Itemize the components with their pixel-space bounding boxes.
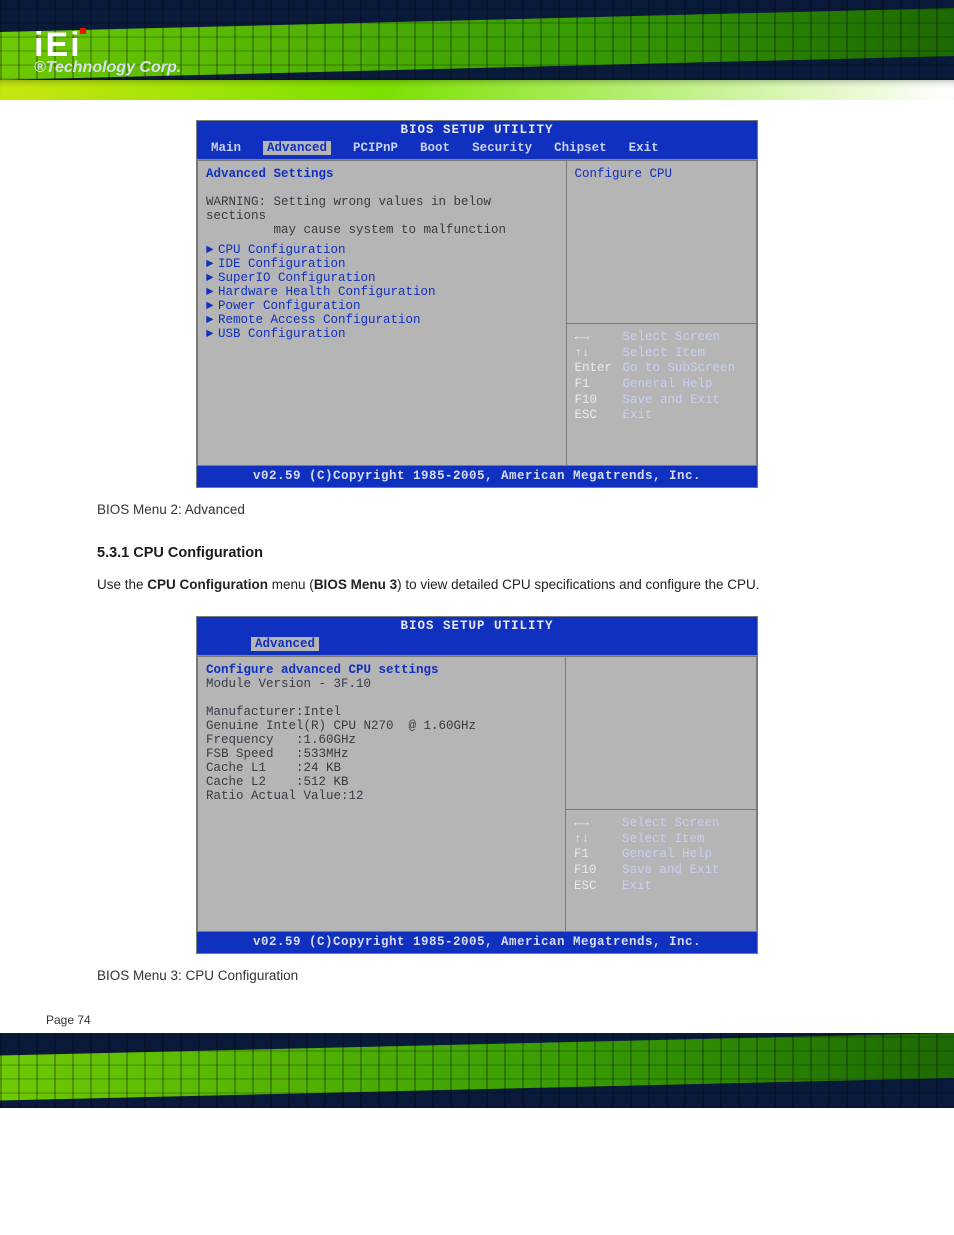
body-paragraph: Use the CPU Configuration menu (BIOS Men…: [97, 571, 857, 598]
logo-text: iEi: [34, 26, 181, 65]
item-power-configuration[interactable]: ►Power Configuration: [206, 299, 558, 313]
figure-caption-2: BIOS Menu 3: CPU Configuration: [97, 968, 857, 983]
bios-section-heading: Configure advanced CPU settings: [206, 663, 557, 677]
cpu-line-1: Genuine Intel(R) CPU N270 @ 1.60GHz: [206, 719, 557, 733]
tab-pcipnp[interactable]: PCIPnP: [353, 141, 398, 155]
cpu-line-5: Cache L1 :24 KB: [206, 761, 557, 775]
tab-chipset[interactable]: Chipset: [554, 141, 607, 155]
bios-statusbar: v02.59 (C)Copyright 1985-2005, American …: [197, 466, 757, 487]
bios-key-legend: ←→Select Screen ↑↓Select Item F1General …: [566, 810, 756, 902]
bios-left-pane: Advanced Settings WARNING: Setting wrong…: [197, 160, 566, 466]
item-superio-configuration[interactable]: ►SuperIO Configuration: [206, 271, 558, 285]
header-accent-strip: [0, 80, 954, 100]
item-usb-configuration[interactable]: ►USB Configuration: [206, 327, 558, 341]
bios-menubar: Main Advanced PCIPnP Boot Security Chips…: [197, 139, 757, 159]
cpu-line-6: Cache L2 :512 KB: [206, 775, 557, 789]
item-hardware-health-configuration[interactable]: ►Hardware Health Configuration: [206, 285, 558, 299]
bios-right-pane: ←→Select Screen ↑↓Select Item F1General …: [565, 656, 757, 932]
bios-left-pane: Configure advanced CPU settings Module V…: [197, 656, 565, 932]
section-heading: 5.3.1 CPU Configuration: [97, 545, 857, 561]
bios-warning-line2: may cause system to malfunction: [206, 223, 558, 237]
page-number: Page 74: [46, 1013, 954, 1027]
bios-key-legend: ←→Select Screen ↑↓Select Item EnterGo to…: [567, 324, 756, 432]
tab-boot[interactable]: Boot: [420, 141, 450, 155]
bios-screenshot-advanced: BIOS SETUP UTILITY Main Advanced PCIPnP …: [196, 120, 758, 488]
item-ide-configuration[interactable]: ►IDE Configuration: [206, 257, 558, 271]
tab-security[interactable]: Security: [472, 141, 532, 155]
bios-screenshot-cpu: BIOS SETUP UTILITY Advanced Configure ad…: [196, 616, 758, 954]
bios-right-pane: Configure CPU ←→Select Screen ↑↓Select I…: [566, 160, 757, 466]
tab-main[interactable]: Main: [211, 141, 241, 155]
item-cpu-configuration[interactable]: ►CPU Configuration: [206, 243, 558, 257]
cpu-line-3: FSB Speed :533MHz: [206, 747, 557, 761]
logo-block: iEi ®Technology Corp.: [34, 26, 181, 77]
page-content: BIOS SETUP UTILITY Main Advanced PCIPnP …: [97, 120, 857, 983]
tab-advanced[interactable]: Advanced: [263, 141, 331, 155]
cpu-module-version: Module Version - 3F.10: [206, 677, 557, 691]
page-footer-graphic: [0, 1033, 954, 1108]
tab-advanced[interactable]: Advanced: [251, 637, 319, 651]
bios-menubar: Advanced: [197, 635, 757, 655]
tab-exit[interactable]: Exit: [629, 141, 659, 155]
cpu-line-2: Frequency :1.60GHz: [206, 733, 557, 747]
bios-help-text: Configure CPU: [567, 161, 756, 324]
bios-help-text: [566, 657, 756, 810]
bios-statusbar: v02.59 (C)Copyright 1985-2005, American …: [197, 932, 757, 953]
page-header-graphic: iEi ®Technology Corp.: [0, 0, 954, 80]
bios-title: BIOS SETUP UTILITY: [197, 121, 757, 139]
item-remote-access-configuration[interactable]: ►Remote Access Configuration: [206, 313, 558, 327]
bios-section-heading: Advanced Settings: [206, 167, 558, 181]
figure-caption-1: BIOS Menu 2: Advanced: [97, 502, 857, 517]
cpu-line-8: Ratio Actual Value:12: [206, 789, 557, 803]
bios-submenu-list: ►CPU Configuration ►IDE Configuration ►S…: [206, 243, 558, 341]
bios-title: BIOS SETUP UTILITY: [197, 617, 757, 635]
bios-warning-line1: WARNING: Setting wrong values in below s…: [206, 195, 558, 223]
cpu-line-0: Manufacturer:Intel: [206, 705, 557, 719]
